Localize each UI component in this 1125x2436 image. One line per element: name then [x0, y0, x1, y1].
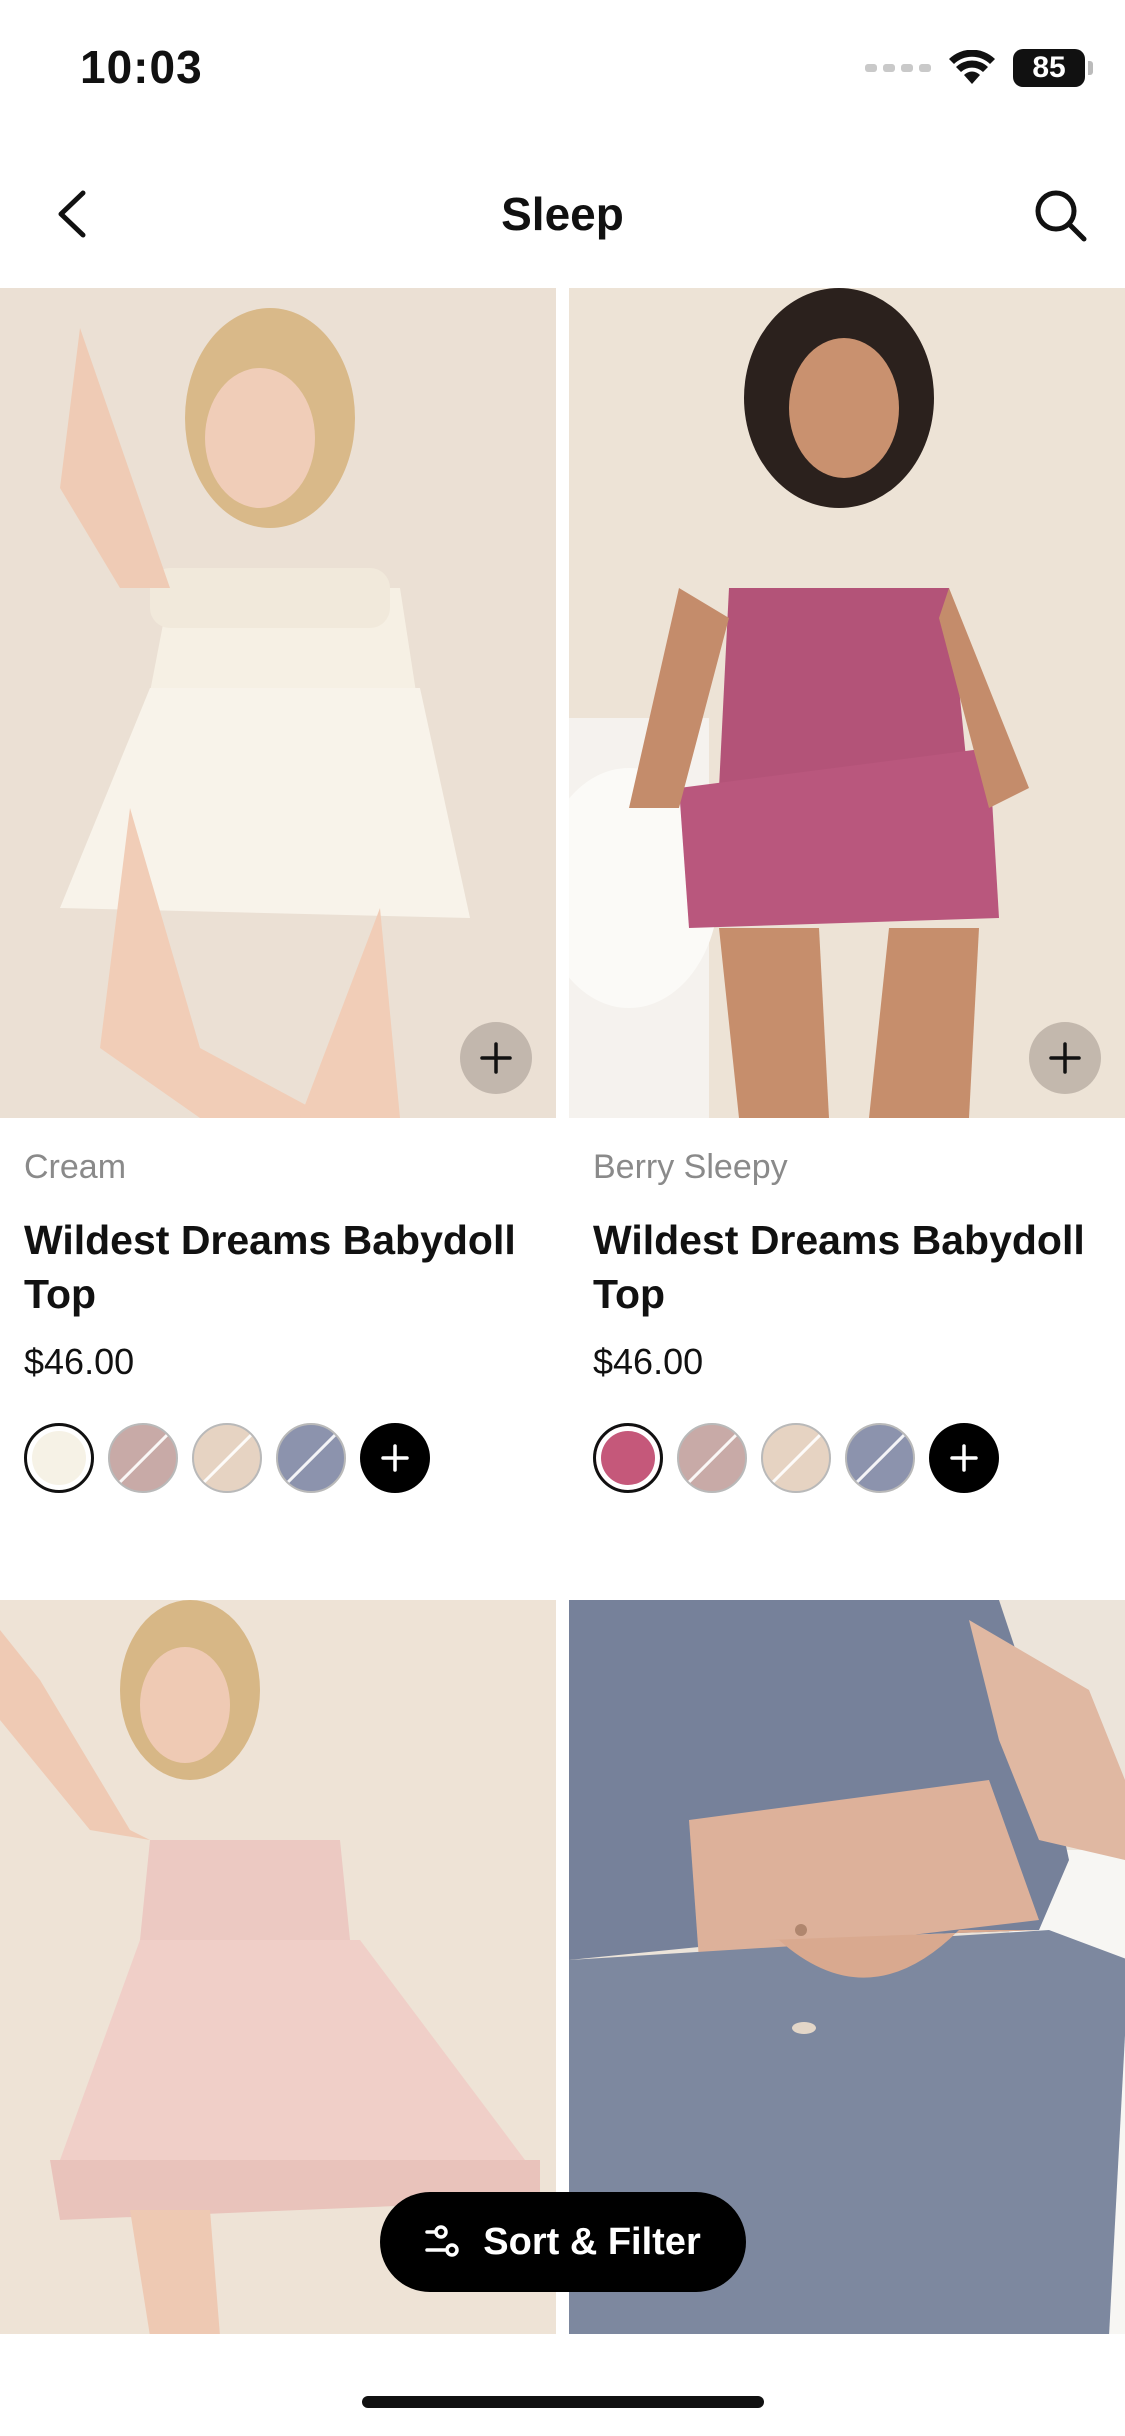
quick-add-button[interactable]	[460, 1022, 532, 1094]
quick-add-button[interactable]	[1029, 1022, 1101, 1094]
product-name[interactable]: Wildest Dreams Babydoll Top	[593, 1213, 1113, 1321]
plus-icon	[1049, 1042, 1081, 1074]
nav-bar: Sleep	[0, 140, 1125, 288]
product-photo	[0, 288, 556, 1118]
product-info: Berry Sleepy Wildest Dreams Babydoll Top…	[593, 1148, 1113, 1493]
search-icon	[1035, 190, 1087, 242]
search-button[interactable]	[1025, 180, 1095, 250]
status-time: 10:03	[80, 41, 203, 93]
color-swatches	[593, 1423, 1113, 1493]
chevron-left-icon	[58, 190, 86, 238]
more-colors-button[interactable]	[360, 1423, 430, 1493]
product-photo	[569, 288, 1125, 1118]
status-indicators: 85	[865, 48, 1093, 88]
color-swatch[interactable]	[24, 1423, 94, 1493]
plus-icon	[381, 1444, 409, 1472]
color-swatch[interactable]	[761, 1423, 831, 1493]
home-indicator	[362, 2396, 764, 2408]
color-swatch[interactable]	[192, 1423, 262, 1493]
product-name[interactable]: Wildest Dreams Babydoll Top	[24, 1213, 544, 1321]
color-swatch[interactable]	[845, 1423, 915, 1493]
battery-icon: 85	[1013, 49, 1093, 87]
color-swatch[interactable]	[677, 1423, 747, 1493]
plus-icon	[480, 1042, 512, 1074]
product-info: Cream Wildest Dreams Babydoll Top $46.00	[24, 1148, 544, 1493]
product-card[interactable]: Cream Wildest Dreams Babydoll Top $46.00	[0, 288, 556, 1493]
product-card[interactable]: Berry Sleepy Wildest Dreams Babydoll Top…	[569, 288, 1125, 1493]
back-button[interactable]	[40, 182, 104, 246]
product-image[interactable]	[0, 288, 556, 1118]
status-bar: 10:03 85	[0, 0, 1125, 140]
product-price: $46.00	[24, 1341, 135, 1382]
product-price: $46.00	[593, 1341, 704, 1382]
cellular-signal-icon	[865, 64, 931, 72]
product-image[interactable]	[569, 288, 1125, 1118]
wifi-icon	[949, 50, 995, 84]
sliders-icon	[425, 2225, 460, 2257]
page-title: Sleep	[501, 188, 624, 240]
plus-icon	[950, 1444, 978, 1472]
bottom-safe-area	[0, 2334, 1125, 2436]
color-name: Cream	[24, 1148, 127, 1186]
color-swatch[interactable]	[593, 1423, 663, 1493]
more-colors-button[interactable]	[929, 1423, 999, 1493]
color-swatches	[24, 1423, 544, 1493]
color-name: Berry Sleepy	[593, 1148, 788, 1186]
color-swatch[interactable]	[108, 1423, 178, 1493]
color-swatch[interactable]	[276, 1423, 346, 1493]
sort-filter-label: Sort & Filter	[483, 2220, 701, 2263]
sort-filter-button[interactable]: Sort & Filter	[380, 2192, 746, 2292]
